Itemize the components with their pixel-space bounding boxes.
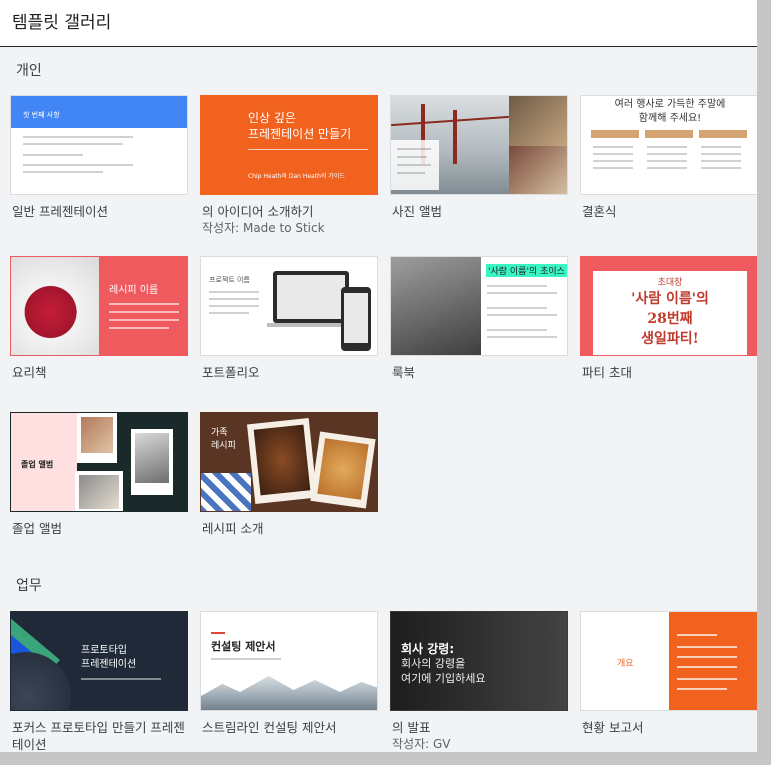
template-thumbnail[interactable]: 인상 깊은 프레젠테이션 만들기 Chip Heath와 Dan Heath의 … bbox=[200, 95, 378, 195]
template-thumbnail[interactable]: '사람 이름'의 초이스 bbox=[390, 256, 568, 356]
template-label: 의 아이디어 소개하기 작성자: Made to Stick bbox=[202, 203, 380, 237]
template-label: 포트폴리오 bbox=[202, 365, 260, 380]
template-thumbnail[interactable]: 레시피 이름 bbox=[10, 256, 188, 356]
template-author: 작성자: Made to Stick bbox=[202, 221, 325, 235]
template-thumbnail[interactable]: 컨설팅 제안서 bbox=[200, 611, 378, 711]
template-thumbnail[interactable]: 프로토타입 프레젠테이션 bbox=[10, 611, 188, 711]
template-label: 현황 보고서 bbox=[582, 720, 644, 735]
template-label: 스트림라인 컨설팅 제안서 bbox=[202, 720, 337, 735]
template-label: 요리책 bbox=[12, 365, 47, 380]
template-thumbnail[interactable] bbox=[390, 95, 568, 195]
template-thumbnail[interactable]: 초대장 '사람 이름'의 28번째 생일파티! bbox=[580, 256, 758, 356]
template-label: 레시피 소개 bbox=[202, 521, 264, 536]
template-label-text: 의 아이디어 소개하기 bbox=[202, 204, 314, 219]
scrollbar-track[interactable] bbox=[757, 0, 771, 765]
template-label: 결혼식 bbox=[582, 204, 617, 219]
template-thumbnail[interactable]: 회사 강령: 회사의 강령을 여기에 기입하세요 bbox=[390, 611, 568, 711]
template-label: 파티 초대 bbox=[582, 365, 632, 380]
template-label: 포커스 프로토타입 만들기 프레젠테이션 bbox=[12, 720, 185, 752]
page-title: 템플릿 갤러리 bbox=[12, 13, 112, 33]
section-title-personal: 개인 bbox=[16, 63, 42, 79]
template-thumbnail[interactable]: 개요 bbox=[580, 611, 758, 711]
template-thumbnail[interactable]: 첫 번째 사항 bbox=[10, 95, 188, 195]
template-label: 졸업 앨범 bbox=[12, 521, 62, 536]
template-thumbnail[interactable]: 프로젝트 이름 bbox=[200, 256, 378, 356]
template-label: 의 발표 작성자: GV bbox=[392, 719, 570, 753]
template-label-text: 의 발표 bbox=[392, 720, 431, 735]
template-thumbnail[interactable]: 졸업 앨범 bbox=[10, 412, 188, 512]
bottom-edge bbox=[0, 752, 771, 765]
template-label: 룩북 bbox=[392, 365, 416, 380]
template-label: 사진 앨범 bbox=[392, 204, 442, 219]
template-thumbnail[interactable]: 여러 행사로 가득한 주말에 함께해 주세요! bbox=[580, 95, 758, 195]
section-title-work: 업무 bbox=[16, 578, 42, 594]
template-gallery-panel: 템플릿 갤러리 개인 첫 번째 사항 일반 프레젠테이션 인상 깊은 프레젠테이… bbox=[0, 0, 771, 765]
template-thumbnail[interactable]: 가족 레시피 bbox=[200, 412, 378, 512]
gallery-header: 템플릿 갤러리 bbox=[0, 0, 757, 47]
template-label: 일반 프레젠테이션 bbox=[12, 204, 108, 219]
template-author: 작성자: GV bbox=[392, 737, 451, 751]
